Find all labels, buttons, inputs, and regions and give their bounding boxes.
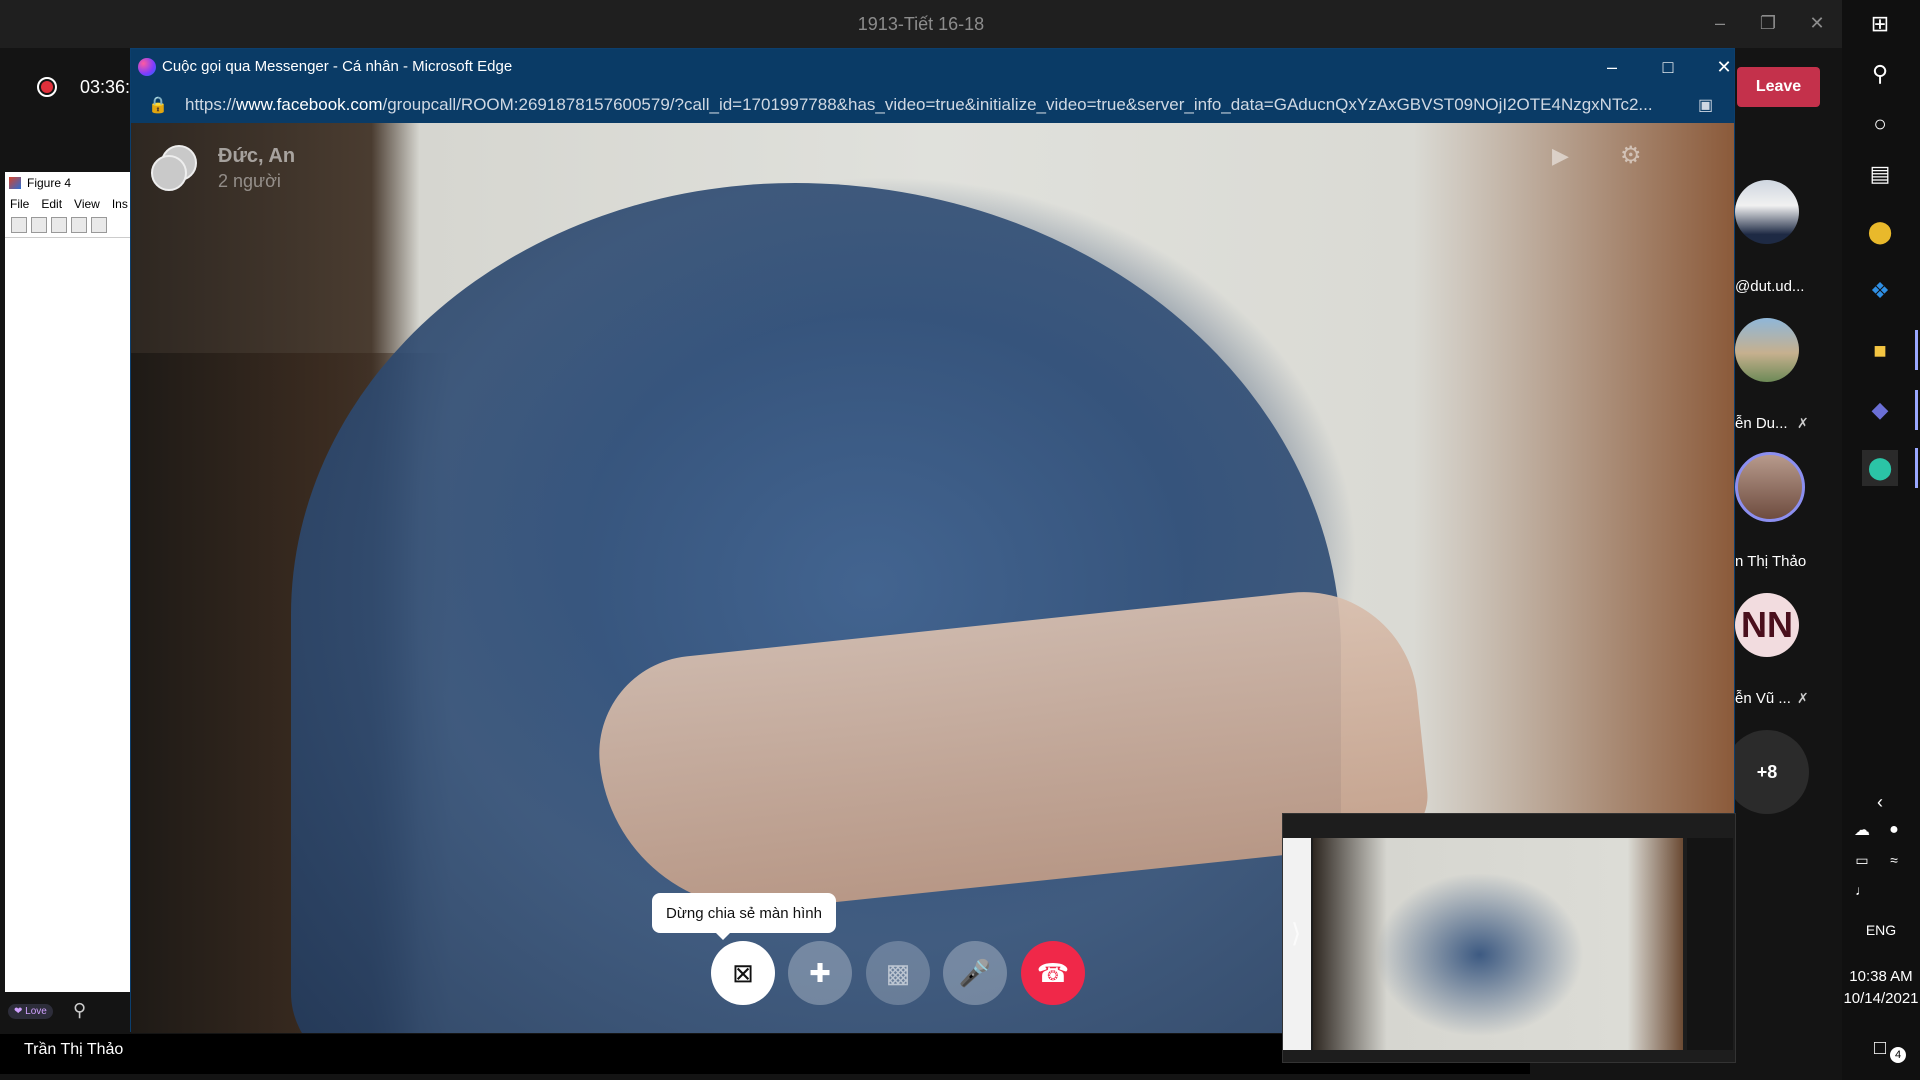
presenter-name: Trần Thị Thảo — [24, 1041, 124, 1058]
chrome-icon[interactable]: ⬤ — [1862, 214, 1898, 250]
camera-toggle-button[interactable]: ▩ — [866, 941, 930, 1005]
edge-window-title: Cuộc gọi qua Messenger - Cá nhân - Micro… — [162, 58, 513, 75]
volume-icon[interactable]: ♩ — [1844, 872, 1880, 908]
call-participant-names: Đức, An — [218, 145, 296, 167]
stop-share-icon: ⊠ — [732, 957, 754, 988]
save-icon[interactable] — [51, 217, 67, 233]
love-badge: ❤ Love — [8, 1004, 53, 1019]
wifi-icon[interactable]: ≈ — [1876, 842, 1912, 878]
active-indicator — [1915, 390, 1918, 430]
messenger-icon — [138, 58, 156, 76]
figure-titlebar: Figure 4 — [5, 172, 130, 194]
figure-title: Figure 4 — [27, 176, 72, 190]
screen-share-view-icon[interactable]: ▶ — [1552, 143, 1569, 169]
more-participants-button[interactable]: +8 — [1725, 730, 1809, 814]
figure-toolbar — [5, 214, 130, 238]
call-participant-count: 2 người — [218, 171, 281, 191]
end-call-button[interactable]: ☎ — [1021, 941, 1085, 1005]
group-avatar — [151, 145, 199, 193]
file-explorer-icon[interactable]: ■ — [1862, 333, 1898, 369]
avatar: NN — [1735, 593, 1799, 657]
roster-name: n Thị Thảo — [1735, 553, 1807, 570]
url-domain: www.facebook.com — [236, 95, 383, 114]
new-file-icon[interactable] — [11, 217, 27, 233]
figure-menu-file[interactable]: File — [10, 197, 29, 214]
microphone-button[interactable]: 🎤 — [943, 941, 1007, 1005]
url-path: /groupcall/ROOM:2691878157600579/?call_i… — [382, 95, 1653, 114]
figure-menu-edit[interactable]: Edit — [41, 197, 62, 214]
teams-window-title: 1913-Tiết 16-18 — [857, 14, 985, 34]
close-icon[interactable]: ✕ — [1704, 54, 1744, 80]
lock-icon[interactable]: 🔒 — [148, 95, 168, 115]
edge-call-window: Cuộc gọi qua Messenger - Cá nhân - Micro… — [130, 48, 1736, 1063]
clock-time[interactable]: 10:38 AM — [1842, 968, 1920, 985]
restore-icon[interactable]: ❐ — [1750, 10, 1786, 36]
clock-date[interactable]: 10/14/2021 — [1842, 990, 1920, 1007]
avatar — [1735, 180, 1799, 244]
mic-muted-icon: ✗ — [1797, 690, 1809, 706]
figure-window: Figure 4 File Edit View Ins — [5, 172, 130, 992]
open-folder-icon[interactable] — [31, 217, 47, 233]
teams-titlebar: 1913-Tiết 16-18 – ❐ ✕ — [0, 0, 1842, 48]
matlab-icon — [9, 177, 21, 189]
avatar — [1735, 318, 1799, 382]
active-indicator — [1915, 330, 1918, 370]
microphone-icon: 🎤 — [958, 957, 992, 988]
address-bar[interactable]: 🔒 https://www.facebook.com/groupcall/ROO… — [131, 85, 1734, 123]
leave-button[interactable]: Leave — [1737, 67, 1820, 107]
dock-icon[interactable] — [91, 217, 107, 233]
hang-up-icon: ☎ — [1036, 957, 1070, 988]
camera-in-use-icon[interactable]: ▣ — [1698, 95, 1713, 115]
chevron-right-icon[interactable]: ⟩ — [1291, 918, 1301, 949]
print-icon[interactable] — [71, 217, 87, 233]
input-language[interactable]: ENG — [1842, 922, 1920, 938]
figure-menu-insert[interactable]: Ins — [112, 197, 128, 214]
avatar — [151, 155, 187, 191]
teams-icon[interactable]: ◆ — [1862, 392, 1898, 428]
minimize-icon[interactable]: – — [1592, 54, 1632, 80]
roster-participant[interactable] — [1735, 318, 1805, 382]
roster-name: ễn Vũ ... — [1735, 690, 1791, 707]
gear-icon[interactable]: ⚙ — [1620, 141, 1642, 170]
self-view-video — [1313, 838, 1683, 1050]
self-view-thumbnail[interactable]: ⟩ — [1282, 813, 1736, 1063]
avatar — [1735, 452, 1805, 522]
vscode-icon[interactable]: ❖ — [1862, 273, 1898, 309]
recording-icon — [37, 77, 57, 97]
close-icon[interactable]: ✕ — [1799, 10, 1835, 36]
task-view-icon[interactable]: ▤ — [1862, 156, 1898, 192]
roster-participant[interactable]: NN — [1735, 593, 1805, 657]
roster-name: ễn Du... — [1735, 415, 1788, 432]
self-view-roster — [1687, 838, 1733, 1050]
url-prefix: https:// — [185, 95, 237, 114]
stop-share-tooltip: Dừng chia sẻ màn hình — [652, 893, 836, 940]
notification-count: 4 — [1890, 1047, 1906, 1063]
minimize-icon[interactable]: – — [1702, 10, 1738, 36]
camera-off-icon: ▩ — [885, 957, 911, 988]
roster-participant[interactable] — [1735, 180, 1805, 244]
roster-name: @dut.ud... — [1735, 278, 1805, 295]
edge-icon[interactable]: ⬤ — [1862, 450, 1898, 486]
figure-menubar: File Edit View Ins — [5, 194, 130, 214]
add-person-icon: ✚ — [809, 957, 831, 988]
figure-menu-view[interactable]: View — [74, 197, 100, 214]
add-person-button[interactable]: ✚ — [788, 941, 852, 1005]
cortana-icon[interactable]: ○ — [1862, 106, 1898, 142]
maximize-icon[interactable]: □ — [1648, 54, 1688, 80]
edge-titlebar: Cuộc gọi qua Messenger - Cá nhân - Micro… — [131, 49, 1734, 85]
stop-screen-share-button[interactable]: ⊠ — [711, 941, 775, 1005]
search-icon[interactable]: ⚲ — [1862, 56, 1898, 92]
windows-start-icon[interactable]: ⊞ — [1862, 6, 1898, 42]
love-badge-label: Love — [25, 1006, 47, 1017]
mic-muted-icon: ✗ — [1797, 415, 1809, 431]
active-indicator — [1915, 448, 1918, 488]
search-icon[interactable]: ⚲ — [73, 1000, 86, 1021]
url-text[interactable]: https://www.facebook.com/groupcall/ROOM:… — [185, 95, 1665, 115]
roster-participant[interactable] — [1735, 452, 1805, 522]
